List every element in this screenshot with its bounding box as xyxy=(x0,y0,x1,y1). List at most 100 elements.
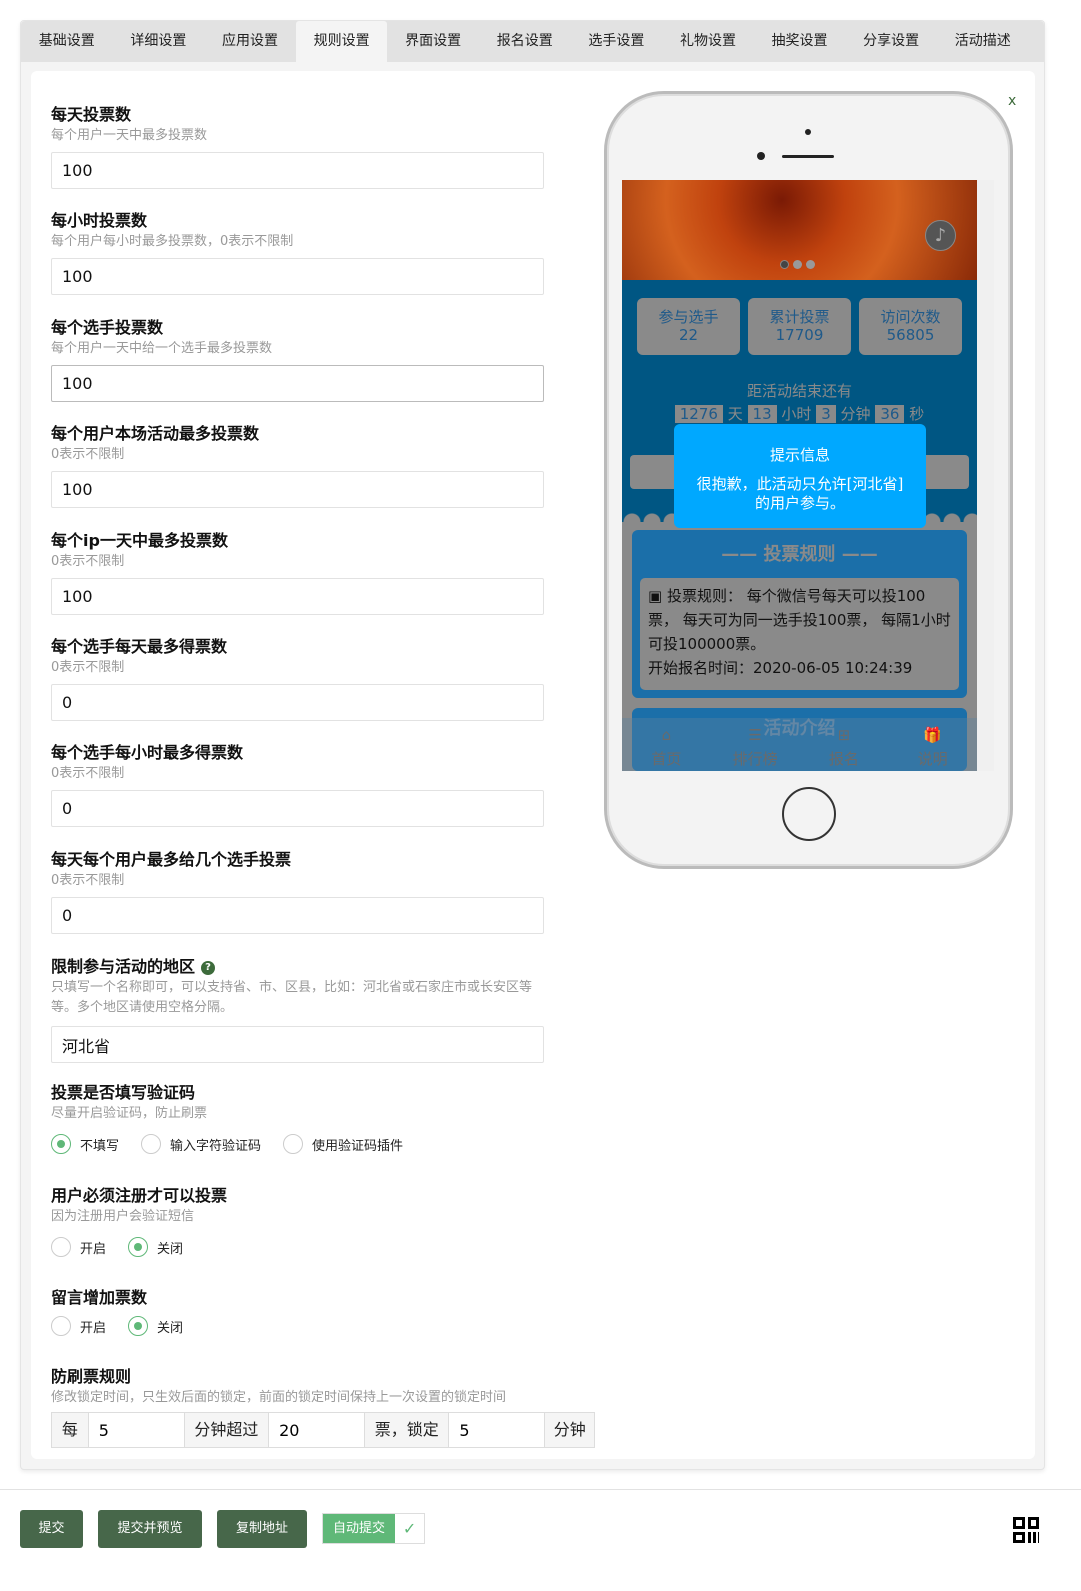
submit-button[interactable]: 提交 xyxy=(20,1510,83,1548)
tab-10[interactable]: 活动描述 xyxy=(937,21,1029,62)
tab-3[interactable]: 规则设置 xyxy=(295,21,388,62)
radio-icon xyxy=(141,1134,162,1154)
divider xyxy=(0,1489,1081,1490)
register-field: 用户必须注册才可以投票 因为注册用户会验证短信 开启 关闭 xyxy=(51,1182,544,1257)
field-5: 每个选手每天最多得票数 0表示不限制 xyxy=(51,633,544,721)
anti-hint: 修改锁定时间，只生效后面的锁定，前面的锁定时间保持上一次设置的锁定时间 xyxy=(51,1390,507,1405)
region-hint: 只填写一个名称即可，可以支持省、市、区县，比如：河北省或石家庄市或长安区等等。多… xyxy=(51,980,533,1015)
field-label: 每个选手每天最多得票数 xyxy=(51,637,228,656)
captcha-option-1[interactable]: 输入字符验证码 xyxy=(141,1134,261,1154)
tab-bar: 基础设置 详细设置 应用设置 规则设置 界面设置 报名设置 选手设置 礼物设置 抽奖设置 分享设置… xyxy=(21,21,1044,62)
field-input[interactable] xyxy=(51,258,544,296)
home-button[interactable] xyxy=(782,787,836,841)
tab-0[interactable]: 基础设置 xyxy=(21,21,113,62)
field-7: 每天每个用户最多给几个选手投票 0表示不限制 xyxy=(51,846,544,934)
radio-icon xyxy=(51,1237,71,1257)
field-hint: 每个用户每小时最多投票数，0表示不限制 xyxy=(51,234,294,250)
field-hint: 0表示不限制 xyxy=(51,447,125,463)
check-icon: ✓ xyxy=(395,1514,425,1543)
comment-option-1[interactable]: 关闭 xyxy=(128,1316,183,1336)
anti-rule-row: 每 分钟超过 票，锁定 分钟 xyxy=(51,1412,595,1448)
radio-label: 开启 xyxy=(80,1241,107,1257)
field-label: 每个选手每小时最多得票数 xyxy=(51,743,244,763)
field-hint: 0表示不限制 xyxy=(51,553,125,569)
field-2: 每个选手投票数每个用户一天中给一个选手最多投票数 xyxy=(51,314,544,402)
over-label: 分钟超过 xyxy=(184,1413,270,1447)
captcha-field: 投票是否填写验证码 尽量开启验证码，防止刷票 不填写 输入字符验证码 使用验证码插件 xyxy=(51,1079,544,1154)
field-input[interactable] xyxy=(51,471,544,509)
field-hint: 每个用户一天中最多投票数 xyxy=(51,128,208,143)
field-input[interactable] xyxy=(51,684,544,721)
radio-label: 关闭 xyxy=(157,1241,184,1257)
radio-label: 输入字符验证码 xyxy=(170,1138,262,1154)
camera-icon xyxy=(805,129,811,135)
tab-8[interactable]: 抽奖设置 xyxy=(754,21,846,62)
register-option-1[interactable]: 关闭 xyxy=(128,1237,183,1257)
close-preview-button[interactable]: x xyxy=(1008,93,1016,109)
comment-radio-group: 开启 关闭 xyxy=(51,1316,544,1336)
captcha-radio-group: 不填写 输入字符验证码 使用验证码插件 xyxy=(51,1134,544,1154)
field-hint: 0表示不限制 xyxy=(51,766,125,782)
comment-option-0[interactable]: 开启 xyxy=(51,1316,106,1336)
region-label: 限制参与活动的地区 xyxy=(51,957,196,976)
tab-2[interactable]: 应用设置 xyxy=(204,21,296,62)
settings-panel: 基础设置 详细设置 应用设置 规则设置 界面设置 报名设置 选手设置 礼物设置 抽奖设置 分享设置… xyxy=(20,20,1045,1470)
toast-title: 提示信息 xyxy=(769,446,830,464)
field-label: 每个用户本场活动最多投票数 xyxy=(51,424,260,444)
tab-6[interactable]: 选手设置 xyxy=(571,21,663,62)
minutes-input[interactable] xyxy=(88,1413,185,1447)
field-1: 每小时投票数每个用户每小时最多投票数，0表示不限制 xyxy=(51,207,544,296)
tab-4[interactable]: 界面设置 xyxy=(387,21,479,62)
field-input[interactable] xyxy=(51,790,544,828)
field-label: 每个选手投票数 xyxy=(51,317,164,337)
lock-label: 票，锁定 xyxy=(365,1413,450,1447)
minutes-unit: 分钟 xyxy=(545,1413,595,1447)
radio-icon xyxy=(51,1134,71,1154)
help-icon[interactable]: ? xyxy=(201,961,216,975)
field-input[interactable] xyxy=(51,364,544,402)
register-hint: 因为注册用户会验证短信 xyxy=(51,1209,195,1224)
field-hint: 每个用户一天中给一个选手最多投票数 xyxy=(51,340,273,356)
radio-icon xyxy=(283,1134,304,1154)
phone-screen: ♪ 参与选手 22 累计投票 17709 访问次数 56805 距活动结束还有 1276 … xyxy=(622,180,994,771)
radio-icon xyxy=(128,1316,149,1336)
tab-5[interactable]: 报名设置 xyxy=(479,21,571,62)
copy-address-button[interactable]: 复制地址 xyxy=(217,1510,307,1548)
qr-code-icon[interactable] xyxy=(1013,1517,1039,1543)
region-field: 限制参与活动的地区? 只填写一个名称即可，可以支持省、市、区县，比如：河北省或石… xyxy=(51,953,544,1063)
captcha-option-0[interactable]: 不填写 xyxy=(51,1134,119,1154)
field-hint: 0表示不限制 xyxy=(51,660,125,675)
captcha-label: 投票是否填写验证码 xyxy=(51,1083,196,1102)
register-label: 用户必须注册才可以投票 xyxy=(51,1186,228,1205)
field-input[interactable] xyxy=(51,152,544,189)
votes-input[interactable] xyxy=(269,1413,366,1447)
lock-minutes-input[interactable] xyxy=(449,1413,546,1447)
sensor-icon xyxy=(757,152,765,160)
auto-submit-label: 自动提交 xyxy=(323,1514,396,1543)
tab-1[interactable]: 详细设置 xyxy=(113,21,205,62)
speaker-icon xyxy=(782,155,834,158)
auto-submit-toggle[interactable]: 自动提交 ✓ xyxy=(322,1513,426,1544)
tab-7[interactable]: 礼物设置 xyxy=(662,21,754,62)
comment-label: 留言增加票数 xyxy=(51,1288,148,1307)
radio-label: 不填写 xyxy=(80,1138,120,1154)
submit-preview-button[interactable]: 提交并预览 xyxy=(98,1510,202,1548)
radio-label: 开启 xyxy=(80,1320,107,1336)
radio-label: 使用验证码插件 xyxy=(312,1138,404,1154)
tab-9[interactable]: 分享设置 xyxy=(845,21,937,62)
captcha-option-2[interactable]: 使用验证码插件 xyxy=(283,1134,403,1154)
register-option-0[interactable]: 开启 xyxy=(51,1237,106,1257)
field-hint: 0表示不限制 xyxy=(51,872,125,888)
radio-icon xyxy=(51,1316,71,1336)
field-input[interactable] xyxy=(51,577,544,615)
field-input[interactable] xyxy=(51,896,544,934)
region-input[interactable] xyxy=(51,1026,544,1063)
radio-icon xyxy=(128,1237,149,1257)
toast-dialog: 提示信息 很抱歉，此活动只允许[河北省]的用户参与。 xyxy=(674,424,926,528)
captcha-hint: 尽量开启验证码，防止刷票 xyxy=(51,1106,208,1121)
field-label: 每小时投票数 xyxy=(51,211,148,231)
field-6: 每个选手每小时最多得票数 0表示不限制 xyxy=(51,739,544,828)
anti-label: 防刷票规则 xyxy=(51,1367,132,1386)
radio-label: 关闭 xyxy=(157,1320,184,1336)
field-4: 每个ip一天中最多投票数 0表示不限制 xyxy=(51,527,544,615)
